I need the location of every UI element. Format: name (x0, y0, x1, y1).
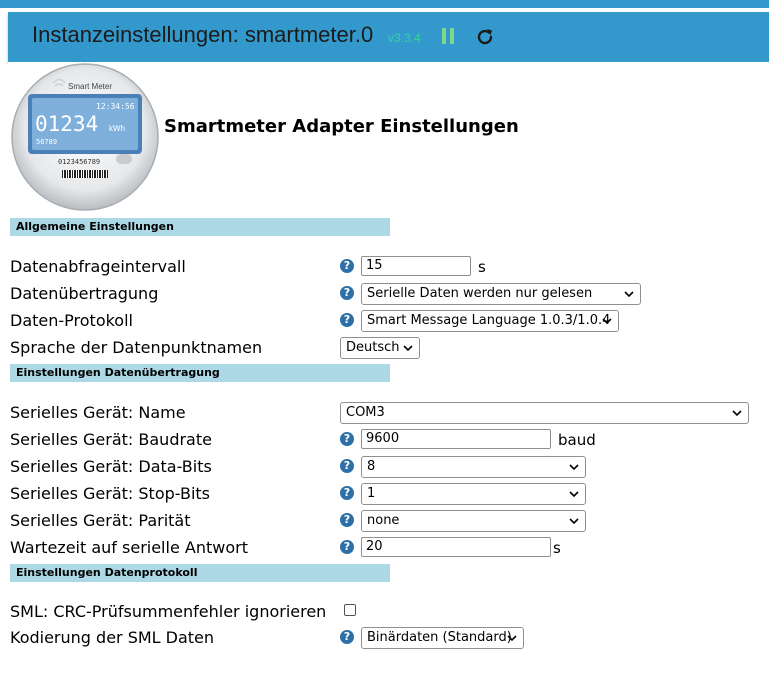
chevron-down-icon (569, 491, 579, 498)
parity-value: none (367, 513, 400, 528)
help-icon[interactable]: ? (340, 259, 354, 273)
parity-label: Serielles Gerät: Parität (10, 511, 191, 530)
chevron-down-icon (569, 518, 579, 525)
help-icon[interactable]: ? (340, 313, 354, 327)
section-header-protocol: Einstellungen Datenprotokoll (10, 564, 390, 582)
parity-select[interactable]: none (361, 510, 586, 532)
baud-label: Serielles Gerät: Baudrate (10, 430, 212, 449)
language-value: Deutsch (346, 340, 400, 355)
wait-label: Wartezeit auf serielle Antwort (10, 538, 248, 557)
meter-time: 12:34:56 (96, 102, 135, 111)
help-icon[interactable]: ? (340, 286, 354, 300)
window-title: Instanzeinstellungen: smartmeter.0 (32, 22, 374, 47)
help-icon[interactable]: ? (340, 432, 354, 446)
pause-icon[interactable] (440, 28, 456, 46)
interval-input[interactable]: 15 (361, 256, 471, 276)
wait-unit: s (553, 539, 561, 557)
baud-input[interactable]: 9600 (361, 429, 551, 449)
encoding-label: Kodierung der SML Daten (10, 628, 215, 647)
chevron-down-icon (624, 291, 634, 298)
version-badge: v3.3.4 (388, 31, 421, 45)
protocol-value: Smart Message Language 1.0.3/1.0.4 (367, 313, 611, 328)
section-header-general: Allgemeine Einstellungen (10, 218, 390, 236)
refresh-icon[interactable] (474, 26, 496, 48)
device-value: COM3 (346, 405, 385, 420)
crc-label: SML: CRC-Prüfsummenfehler ignorieren (10, 602, 327, 621)
chevron-down-icon (732, 410, 742, 417)
stopbits-value: 1 (367, 486, 376, 501)
protocol-label: Daten-Protokoll (10, 311, 133, 330)
chevron-down-icon (403, 345, 413, 352)
interval-label: Datenabfrageintervall (10, 257, 186, 276)
page-title: Smartmeter Adapter Einstellungen (164, 116, 519, 137)
meter-indicator (116, 154, 132, 164)
meter-unit: kWh (109, 124, 125, 133)
databits-label: Serielles Gerät: Data-Bits (10, 457, 212, 476)
help-icon[interactable]: ? (340, 459, 354, 473)
title-bar: Instanzeinstellungen: smartmeter.0 v3.3.… (8, 12, 769, 62)
encoding-value: Binärdaten (Standard) (367, 630, 512, 645)
transmission-label: Datenübertragung (10, 284, 159, 303)
language-label: Sprache der Datenpunktnamen (10, 338, 263, 357)
language-select[interactable]: Deutsch (340, 337, 420, 359)
smart-meter-logo: Smart Meter 12:34:56 01234 kWh 56789 012… (10, 62, 160, 212)
section-header-transmission: Einstellungen Datenübertragung (10, 364, 390, 382)
transmission-value: Serielle Daten werden nur gelesen (367, 286, 593, 301)
wait-input[interactable]: 20 (361, 537, 551, 557)
protocol-select[interactable]: Smart Message Language 1.0.3/1.0.4 (361, 310, 619, 332)
crc-checkbox[interactable] (344, 604, 356, 616)
device-label: Serielles Gerät: Name (10, 403, 186, 422)
meter-barcode (62, 170, 108, 178)
chevron-down-icon (602, 318, 612, 325)
meter-sub-number: 56789 (36, 138, 58, 146)
stopbits-select[interactable]: 1 (361, 483, 586, 505)
help-icon[interactable]: ? (340, 540, 354, 554)
encoding-select[interactable]: Binärdaten (Standard) (361, 627, 524, 649)
top-accent-bar (0, 0, 769, 8)
baud-unit: baud (558, 431, 596, 449)
stopbits-label: Serielles Gerät: Stop-Bits (10, 484, 211, 503)
meter-serial: 0123456789 (58, 158, 101, 166)
device-select[interactable]: COM3 (340, 402, 749, 424)
chevron-down-icon (569, 464, 579, 471)
help-icon[interactable]: ? (340, 630, 354, 644)
databits-select[interactable]: 8 (361, 456, 586, 478)
meter-brand: Smart Meter (68, 82, 113, 91)
databits-value: 8 (367, 459, 376, 474)
transmission-select[interactable]: Serielle Daten werden nur gelesen (361, 283, 641, 305)
help-icon[interactable]: ? (340, 486, 354, 500)
meter-reading: 01234 (35, 112, 99, 136)
interval-unit: s (478, 258, 486, 276)
chevron-down-icon (507, 635, 517, 642)
help-icon[interactable]: ? (340, 513, 354, 527)
